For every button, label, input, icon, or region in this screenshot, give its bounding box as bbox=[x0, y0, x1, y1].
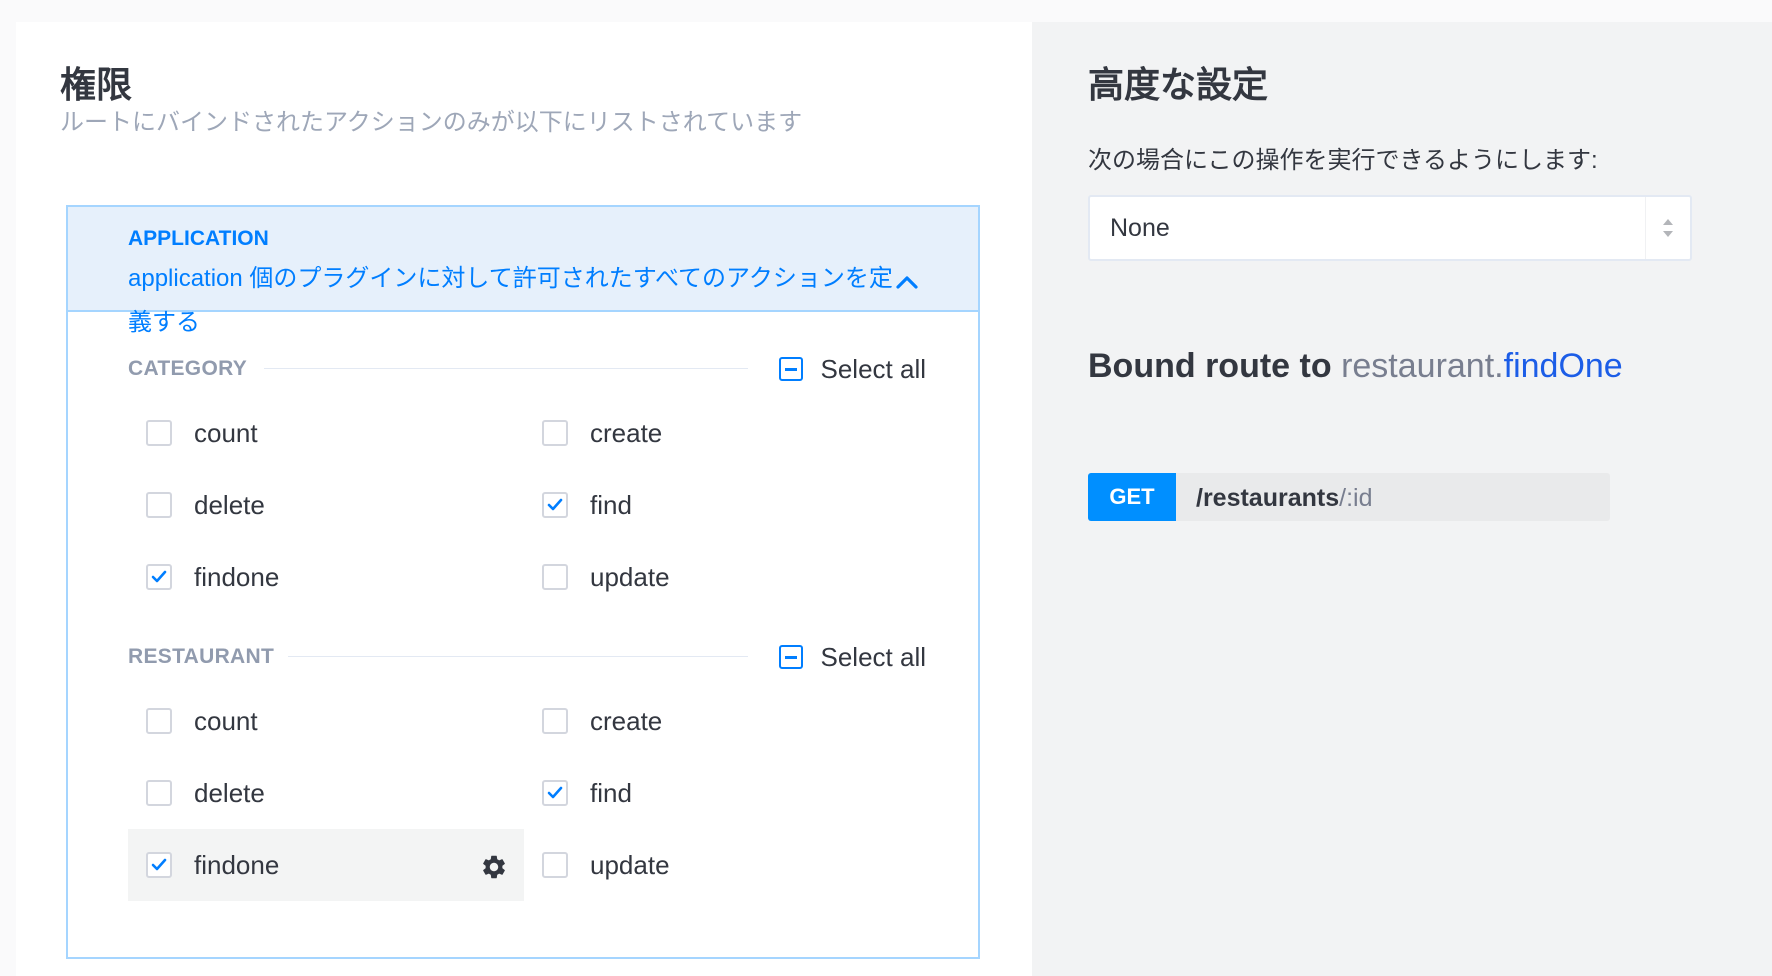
advanced-settings-panel: 高度な設定 次の場合にこの操作を実行できるようにします: None Bound … bbox=[1032, 22, 1772, 976]
permission-category-find[interactable]: find bbox=[524, 469, 920, 541]
chevron-up-icon[interactable] bbox=[894, 273, 920, 291]
bound-route-dot: . bbox=[1494, 347, 1504, 385]
plugin-application: APPLICATION application 個のプラグインに対して許可された… bbox=[66, 205, 980, 959]
permission-restaurant-count[interactable]: count bbox=[128, 685, 524, 757]
route-path: /restaurants/:id bbox=[1196, 484, 1372, 513]
checkbox[interactable] bbox=[146, 492, 172, 518]
category-header-restaurant: RESTAURANT Select all bbox=[128, 637, 926, 677]
permission-restaurant-delete[interactable]: delete bbox=[128, 757, 524, 829]
select-all-label: Select all bbox=[820, 641, 927, 672]
bound-route-prefix: Bound route to bbox=[1088, 347, 1332, 385]
permission-restaurant-find[interactable]: find bbox=[524, 757, 920, 829]
select-arrows-icon bbox=[1645, 197, 1690, 259]
category-divider bbox=[264, 368, 748, 369]
http-verb-badge: GET bbox=[1088, 473, 1176, 521]
select-all-checkbox[interactable] bbox=[778, 645, 803, 669]
route-path-param: /:id bbox=[1339, 484, 1373, 512]
category-label: RESTAURANT bbox=[128, 645, 275, 668]
select-all-restaurant[interactable]: Select all bbox=[778, 637, 927, 677]
gear-icon[interactable] bbox=[480, 853, 508, 881]
permission-label: update bbox=[590, 561, 670, 592]
plugin-header[interactable]: APPLICATION application 個のプラグインに対して許可された… bbox=[68, 207, 978, 336]
permission-label: findone bbox=[194, 849, 280, 880]
checkbox[interactable] bbox=[542, 708, 568, 734]
permission-label: create bbox=[590, 705, 663, 736]
policy-label: 次の場合にこの操作を実行できるようにします: bbox=[1088, 147, 1598, 174]
permission-category-create[interactable]: create bbox=[524, 397, 920, 469]
permission-label: find bbox=[590, 777, 632, 808]
select-all-category[interactable]: Select all bbox=[778, 349, 927, 389]
select-all-checkbox[interactable] bbox=[778, 357, 803, 381]
permission-label: findone bbox=[194, 561, 280, 592]
permission-category-count[interactable]: count bbox=[128, 397, 524, 469]
permission-label: delete bbox=[194, 777, 265, 808]
checkbox-checked[interactable] bbox=[146, 564, 172, 590]
plugin-description: application 個のプラグインに対して許可されたすべてのアクションを定義… bbox=[128, 265, 893, 336]
permission-category-delete[interactable]: delete bbox=[128, 469, 524, 541]
policy-select[interactable]: None bbox=[1088, 195, 1692, 261]
policy-select-value: None bbox=[1110, 214, 1170, 242]
permission-label: update bbox=[590, 849, 670, 880]
bound-route-plugin: restaurant bbox=[1341, 347, 1495, 385]
route-display: GET /restaurants/:id bbox=[1088, 473, 1610, 521]
checkbox[interactable] bbox=[146, 420, 172, 446]
checkmark-icon bbox=[547, 498, 563, 511]
permission-restaurant-update[interactable]: update bbox=[524, 829, 920, 901]
checkbox[interactable] bbox=[542, 852, 568, 878]
permission-label: count bbox=[194, 417, 258, 448]
category-header-category: CATEGORY Select all bbox=[128, 349, 926, 389]
checkmark-icon bbox=[151, 858, 167, 871]
bound-route-action: findOne bbox=[1503, 347, 1623, 385]
category-divider bbox=[288, 656, 748, 657]
checkmark-icon bbox=[547, 786, 563, 799]
checkmark-icon bbox=[151, 570, 167, 583]
select-all-label: Select all bbox=[820, 353, 927, 384]
category-label: CATEGORY bbox=[128, 357, 248, 380]
permission-restaurant-create[interactable]: create bbox=[524, 685, 920, 757]
permissions-subtitle: ルートにバインドされたアクションのみが以下にリストされています bbox=[60, 109, 803, 136]
checkbox[interactable] bbox=[542, 420, 568, 446]
checkbox[interactable] bbox=[542, 564, 568, 590]
permissions-title: 権限 bbox=[60, 64, 133, 105]
advanced-settings-title: 高度な設定 bbox=[1088, 64, 1269, 105]
permission-restaurant-findone[interactable]: findone bbox=[128, 829, 524, 901]
checkbox[interactable] bbox=[146, 780, 172, 806]
plugin-name: APPLICATION bbox=[128, 227, 269, 250]
permissions-panel: 権限 ルートにバインドされたアクションのみが以下にリストされています APPLI… bbox=[16, 22, 1032, 976]
checkbox-checked[interactable] bbox=[542, 780, 568, 806]
permission-category-findone[interactable]: findone bbox=[128, 541, 524, 613]
permission-label: count bbox=[194, 705, 258, 736]
checkbox-checked[interactable] bbox=[146, 852, 172, 878]
route-path-base: /restaurants bbox=[1196, 484, 1340, 512]
permission-category-update[interactable]: update bbox=[524, 541, 920, 613]
permission-label: create bbox=[590, 417, 663, 448]
checkbox[interactable] bbox=[146, 708, 172, 734]
bound-route-title: Bound route to restaurant.findOne bbox=[1088, 347, 1623, 386]
permission-label: find bbox=[590, 489, 632, 520]
checkbox-checked[interactable] bbox=[542, 492, 568, 518]
permission-label: delete bbox=[194, 489, 265, 520]
